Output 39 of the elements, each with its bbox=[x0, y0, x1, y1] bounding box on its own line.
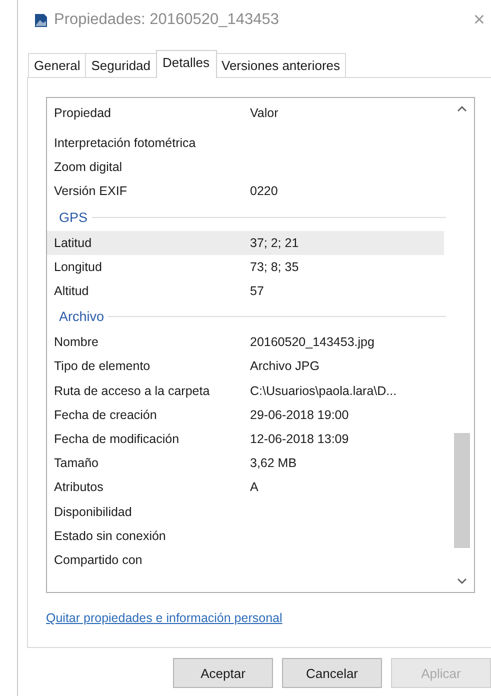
property-name: Fecha de creación bbox=[54, 408, 158, 422]
highlighted-row[interactable]: Latitud 37; 2; 21 bbox=[47, 230, 444, 255]
dialog-button[interactable]: Cancelar bbox=[282, 658, 382, 688]
property-value: 3,62 MB bbox=[250, 456, 297, 470]
remove-properties-link[interactable]: Quitar propiedades e información personal bbox=[46, 611, 282, 625]
group-heading: Archivo bbox=[59, 309, 104, 324]
property-value: Archivo JPG bbox=[250, 359, 320, 374]
tab[interactable]: Versiones anteriores bbox=[216, 53, 346, 77]
property-name: Atributos bbox=[54, 480, 104, 494]
dialog-button[interactable]: Aceptar bbox=[173, 658, 273, 688]
property-name: Fecha de modificación bbox=[54, 432, 180, 446]
property-name: Altitud bbox=[54, 284, 90, 298]
property-name: Compartido con bbox=[54, 552, 144, 567]
window-title: Propiedades: 20160520_143453 bbox=[54, 11, 280, 29]
property-value: 20160520_143453.jpg bbox=[250, 335, 374, 350]
property-value: 37; 2; 21 bbox=[250, 236, 299, 250]
property-value: 12-06-2018 13:09 bbox=[250, 432, 349, 446]
property-name: Estado sin conexión bbox=[54, 528, 167, 543]
property-value: 0220 bbox=[250, 184, 278, 198]
property-name: Interpretación fotométrica bbox=[54, 136, 197, 150]
property-value: C:\Usuarios\paola.lara\D... bbox=[250, 384, 397, 398]
property-name: Ruta de acceso a la carpeta bbox=[54, 384, 211, 398]
property-name: Disponibilidad bbox=[54, 504, 133, 519]
property-name: Tipo de elemento bbox=[54, 359, 152, 374]
tab[interactable]: Detalles bbox=[156, 50, 216, 78]
property-value: 73; 8; 35 bbox=[250, 260, 299, 274]
column-header[interactable]: Valor bbox=[250, 106, 278, 120]
property-name: Tamaño bbox=[54, 456, 100, 470]
property-name: Latitud bbox=[54, 236, 93, 250]
property-value: 57 bbox=[250, 284, 264, 298]
tab[interactable]: General bbox=[28, 53, 86, 77]
property-name: Longitud bbox=[54, 260, 103, 274]
group-heading: GPS bbox=[59, 210, 88, 225]
property-value: 29-06-2018 19:00 bbox=[250, 408, 349, 422]
property-name: Nombre bbox=[54, 335, 100, 350]
property-name: Zoom digital bbox=[54, 160, 124, 174]
property-value: A bbox=[250, 480, 258, 494]
column-header[interactable]: Propiedad bbox=[54, 106, 250, 120]
property-name: Versión EXIF bbox=[54, 184, 128, 198]
